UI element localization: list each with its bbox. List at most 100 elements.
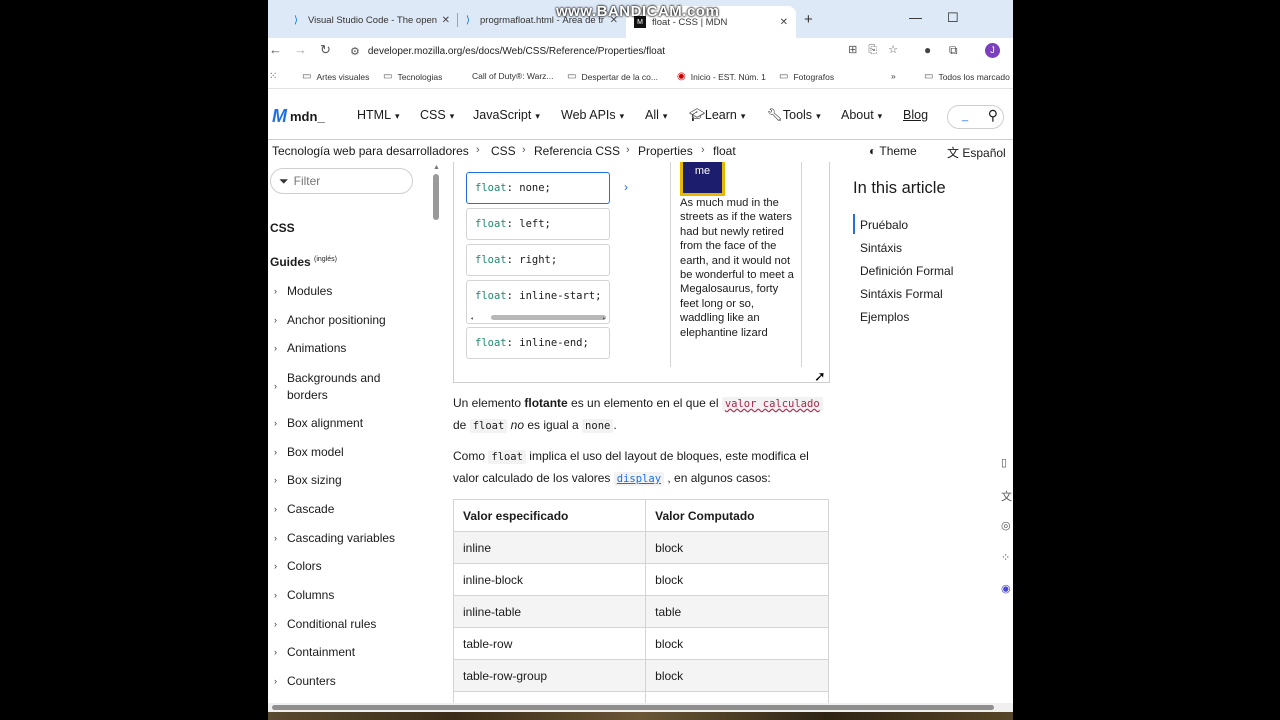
breadcrumb-item[interactable]: CSS bbox=[491, 144, 516, 158]
toc-item-sintaxis-formal[interactable]: Sintáxis Formal bbox=[860, 287, 943, 301]
option-scrollbar[interactable] bbox=[491, 315, 606, 320]
breadcrumb-item[interactable]: Tecnología web para desarrolladores bbox=[272, 144, 469, 158]
sidebar-scrollbar[interactable] bbox=[433, 174, 439, 220]
table-header: Valor especificado bbox=[452, 499, 647, 532]
site-info-icon[interactable]: ⚙ bbox=[350, 45, 360, 58]
chevron-right-icon: › bbox=[274, 619, 277, 629]
chevron-down-icon: ▾ bbox=[619, 111, 625, 121]
sidebar-item-containment[interactable]: › Containment bbox=[274, 645, 355, 659]
nav-javascript[interactable]: JavaScript ▾ bbox=[473, 108, 540, 122]
maximize-button[interactable]: ☐ bbox=[947, 10, 959, 26]
forward-icon[interactable]: → bbox=[294, 42, 307, 57]
scrollbar-thumb[interactable] bbox=[272, 705, 994, 710]
extensions-puzzle-icon[interactable]: ⧉ bbox=[949, 43, 958, 58]
nav-learn[interactable]: 🎓︎Learn ▾ bbox=[689, 108, 745, 123]
sidebar-item-counters[interactable]: › Counters bbox=[274, 674, 336, 688]
back-icon[interactable]: ← bbox=[269, 42, 282, 57]
bookmark-item[interactable]: Call of Duty®: Warz... bbox=[472, 71, 554, 81]
filter-input[interactable]: ⏷ Filter bbox=[270, 168, 413, 194]
apps-icon[interactable]: ⁘ bbox=[1001, 551, 1010, 564]
language-button[interactable]: 文 Español bbox=[947, 144, 1006, 161]
bookmark-item[interactable]: ▭ Fotografos bbox=[779, 71, 834, 82]
more-bookmarks-icon[interactable]: » bbox=[891, 71, 896, 81]
table-header-row: Valor especificado Valor Computado bbox=[452, 499, 829, 532]
chevron-right-icon: › bbox=[274, 381, 277, 391]
toc-item-ejemplos[interactable]: Ejemplos bbox=[860, 310, 909, 324]
close-icon[interactable]: ✕ bbox=[780, 17, 788, 28]
sidebar-item-animations[interactable]: › Animations bbox=[274, 341, 346, 355]
breadcrumb-item[interactable]: Properties bbox=[638, 144, 693, 158]
horizontal-scrollbar[interactable] bbox=[268, 703, 1013, 712]
chevron-down-icon: ▾ bbox=[449, 111, 455, 121]
toc-item-sintaxis[interactable]: Sintáxis bbox=[860, 241, 902, 255]
translate-icon[interactable]: 文 bbox=[1001, 488, 1012, 504]
nav-web-apis[interactable]: Web APIs ▾ bbox=[561, 108, 624, 122]
nav-css[interactable]: CSS ▾ bbox=[420, 108, 454, 122]
sidebar-item-box-alignment[interactable]: › Box alignment bbox=[274, 416, 363, 430]
scroll-right-icon[interactable]: ▸ bbox=[602, 315, 606, 322]
browser-toolbar: ← → ↻ ⚙ developer.mozilla.org/es/docs/We… bbox=[268, 38, 1013, 64]
breadcrumb-item[interactable]: Referencia CSS bbox=[534, 144, 620, 158]
sidebar-item-columns[interactable]: › Columns bbox=[274, 588, 334, 602]
chevron-right-icon: › bbox=[626, 144, 630, 156]
folder-icon: ▭ bbox=[383, 71, 393, 82]
sidebar-item-anchor-positioning[interactable]: › Anchor positioning bbox=[274, 313, 386, 327]
nav-html[interactable]: HTML ▾ bbox=[357, 108, 400, 122]
apps-grid-icon[interactable]: ⁙ bbox=[269, 71, 282, 82]
search-button[interactable]: _ ⚲ bbox=[947, 105, 1004, 129]
nav-blog[interactable]: Blog bbox=[903, 108, 928, 122]
nav-all[interactable]: All ▾ bbox=[645, 108, 667, 122]
extension-icon[interactable]: ● bbox=[924, 43, 931, 57]
example-option[interactable]: float: none; bbox=[466, 172, 610, 204]
toc-item-definicion-formal[interactable]: Definición Formal bbox=[860, 264, 953, 278]
example-option[interactable]: float: left; bbox=[466, 208, 610, 240]
new-tab-button[interactable]: + bbox=[804, 11, 813, 28]
sidebar-item-cascading-variables[interactable]: › Cascading variables bbox=[274, 531, 395, 545]
toc-title: In this article bbox=[853, 179, 946, 197]
tab-vscode[interactable]: ⟩ Visual Studio Code - The open ✕ bbox=[290, 7, 458, 33]
bookmark-item[interactable]: ▭ Despertar de la co... bbox=[567, 71, 658, 82]
toc-item-pruebalo[interactable]: Pruébalo bbox=[860, 218, 908, 232]
sidebar-item-box-model[interactable]: › Box model bbox=[274, 445, 344, 459]
reload-icon[interactable]: ↻ bbox=[320, 42, 331, 58]
sidebar-heading-guides[interactable]: Guides (inglés) bbox=[270, 255, 337, 269]
vscode-icon: ⟩ bbox=[466, 14, 470, 26]
theme-button[interactable]: ◐ Theme bbox=[869, 144, 917, 158]
example-option[interactable]: float: inline-start; ◂ ▸ bbox=[466, 280, 610, 324]
address-bar[interactable]: ⚙ developer.mozilla.org/es/docs/Web/CSS/… bbox=[340, 39, 915, 63]
nav-about[interactable]: About ▾ bbox=[841, 108, 882, 122]
profile-avatar[interactable]: J bbox=[985, 43, 1000, 58]
sidebar-item-modules[interactable]: › Modules bbox=[274, 284, 332, 298]
translate-icon: 文 bbox=[947, 146, 960, 160]
bookmark-item[interactable]: ▭ Artes visuales bbox=[302, 71, 369, 82]
sidebar-item-backgrounds[interactable]: › Backgrounds and borders bbox=[274, 370, 397, 404]
mdn-logo[interactable]: M mdn _ bbox=[272, 106, 325, 127]
sidebar-heading-css[interactable]: CSS bbox=[270, 221, 295, 235]
chevron-right-icon: › bbox=[274, 504, 277, 514]
bookmark-item[interactable]: ◉ Inicio - EST. Núm. 1 bbox=[677, 71, 766, 82]
sidebar-item-conditional-rules[interactable]: › Conditional rules bbox=[274, 617, 376, 631]
address-bar-actions[interactable]: ⊞⎘☆ bbox=[848, 43, 909, 57]
sidebar-item-box-sizing[interactable]: › Box sizing bbox=[274, 473, 342, 487]
assistant-icon[interactable]: ◉ bbox=[1001, 582, 1011, 595]
sidebar-item-colors[interactable]: › Colors bbox=[274, 559, 322, 573]
scroll-up-icon[interactable]: ▲ bbox=[433, 164, 440, 171]
chevron-down-icon: ▾ bbox=[535, 111, 540, 121]
book-icon[interactable]: ▯ bbox=[1001, 456, 1007, 469]
all-bookmarks[interactable]: ▭ Todos los marcado bbox=[924, 71, 1010, 82]
example-output: me As much mud in the streets as if the … bbox=[670, 162, 802, 367]
example-option[interactable]: float: inline-end; bbox=[466, 327, 610, 359]
table-of-contents: In this article Pruébalo Sintáxis Defini… bbox=[853, 162, 1013, 710]
bookmark-item[interactable]: ▭ Tecnologias bbox=[383, 71, 442, 82]
recording-watermark: www.BANDICAM.com bbox=[556, 3, 720, 20]
scroll-left-icon[interactable]: ◂ bbox=[470, 315, 474, 322]
sidebar-item-cascade[interactable]: › Cascade bbox=[274, 502, 334, 516]
settings-icon[interactable]: ◎ bbox=[1001, 519, 1011, 532]
computed-value-link[interactable]: valor calculado bbox=[721, 397, 823, 411]
display-link[interactable]: display bbox=[613, 472, 665, 486]
example-option[interactable]: float: right; bbox=[466, 244, 610, 276]
close-icon[interactable]: ✕ bbox=[442, 15, 450, 26]
minimize-button[interactable]: — bbox=[909, 10, 922, 25]
tab-divider bbox=[457, 13, 458, 27]
nav-tools[interactable]: 🔧︎Tools ▾ bbox=[767, 108, 821, 123]
